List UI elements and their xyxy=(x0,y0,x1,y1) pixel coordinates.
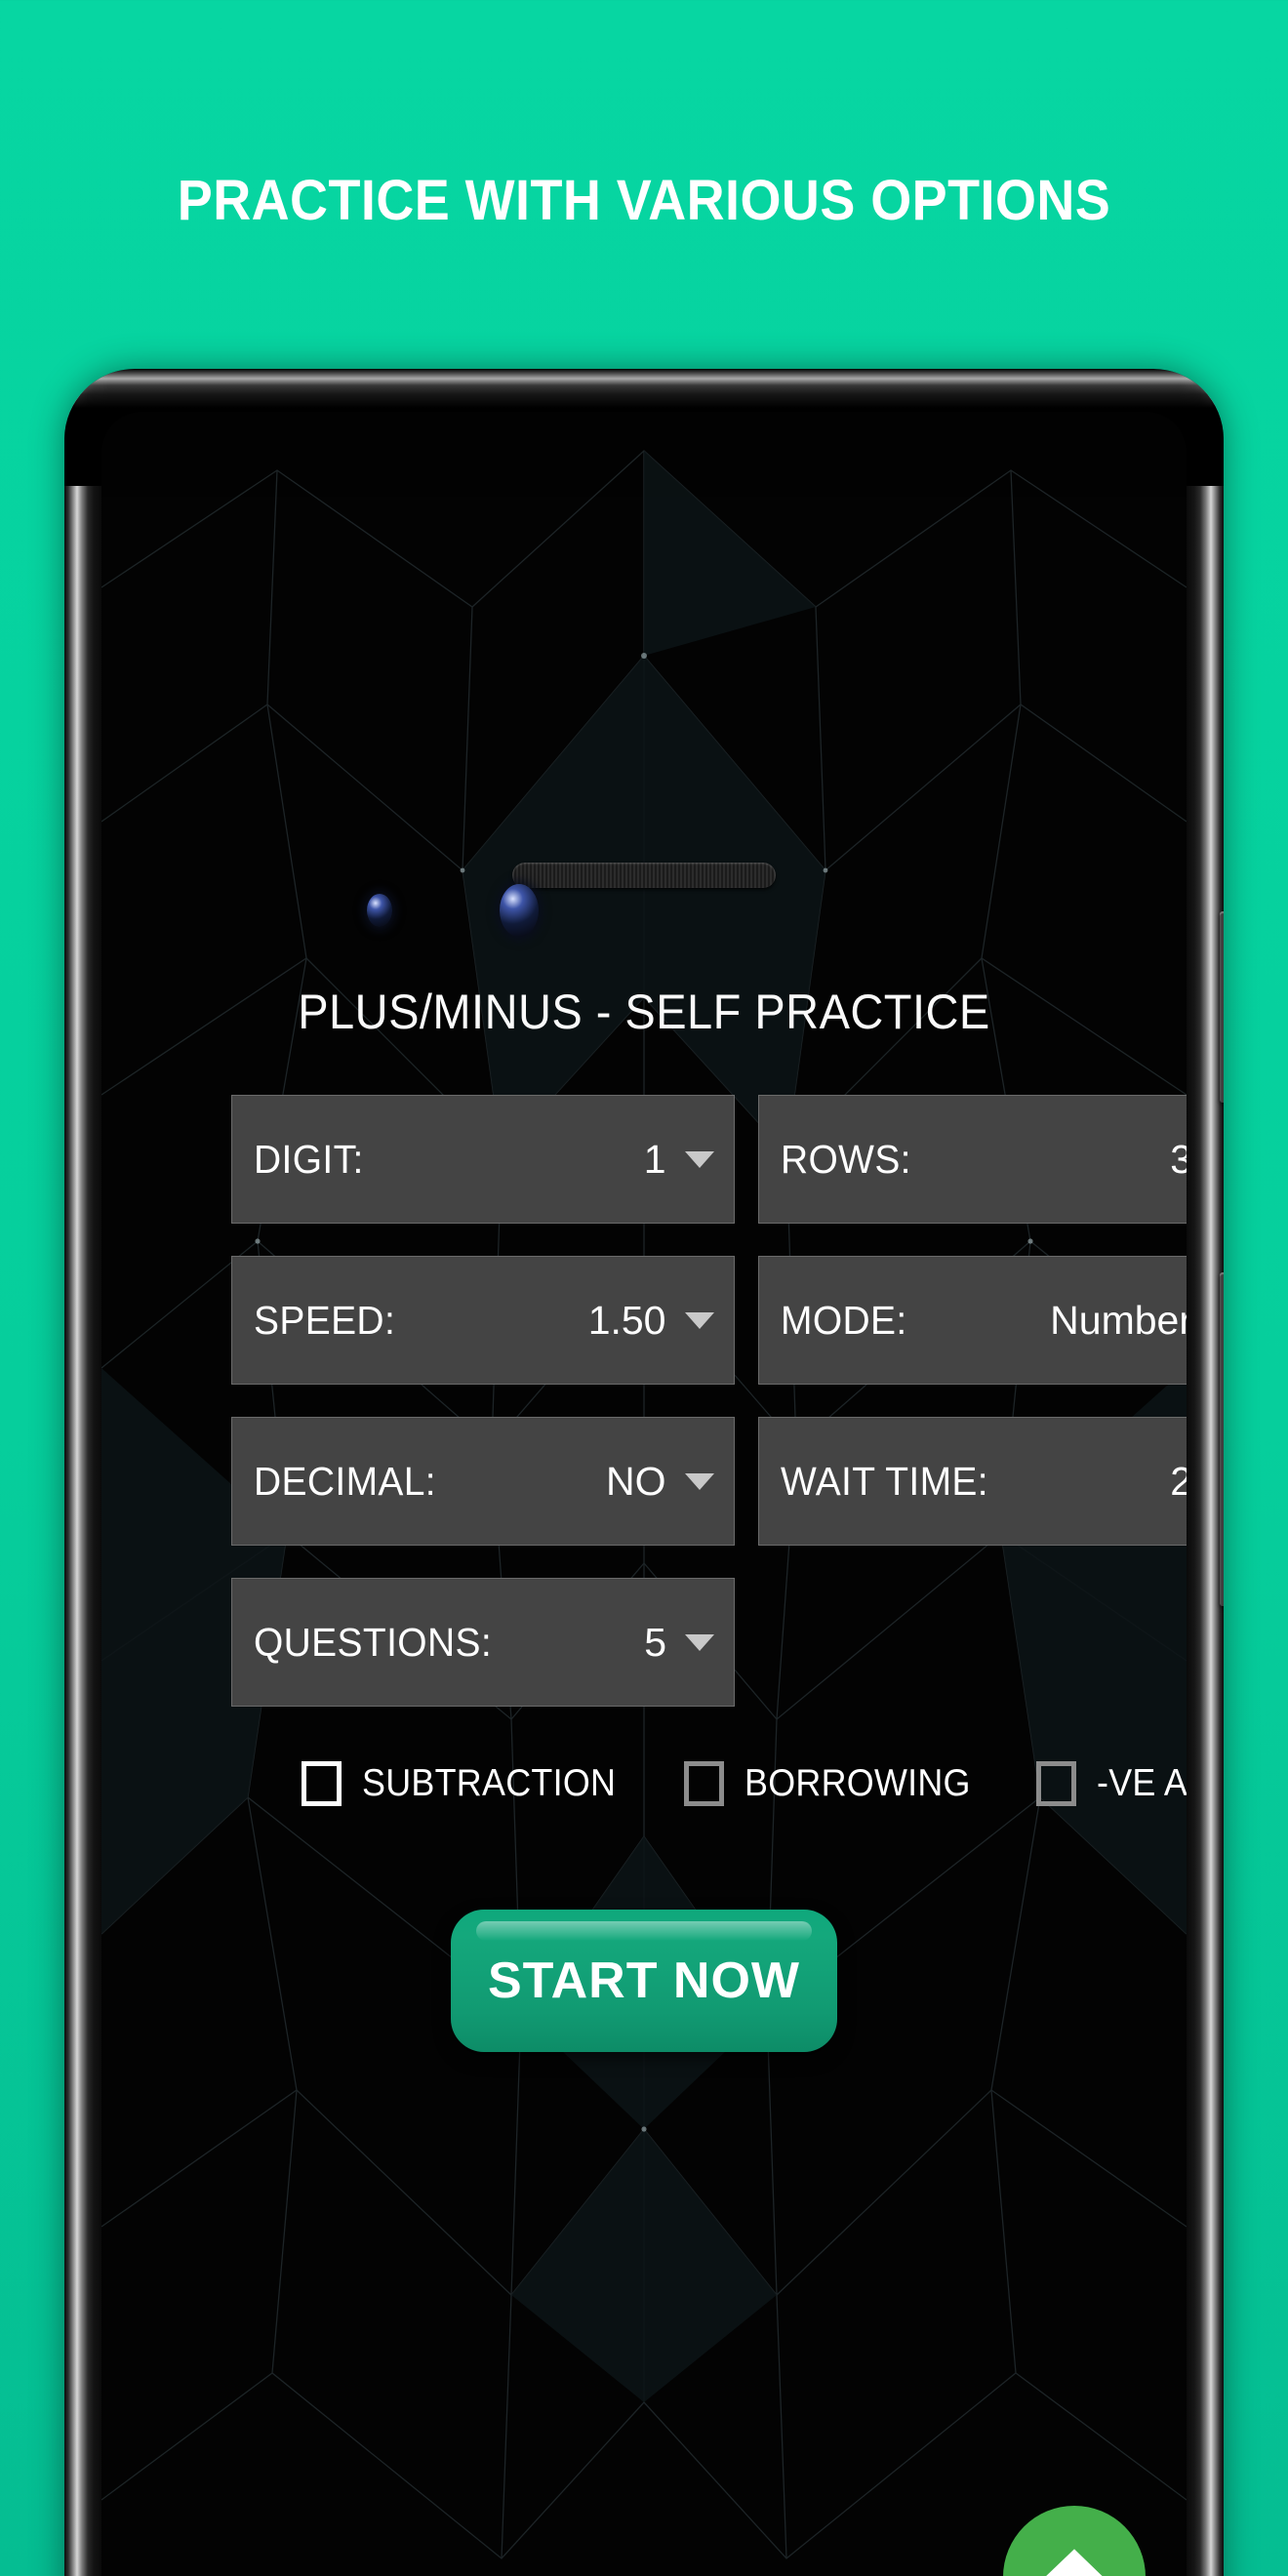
dropdown-questions[interactable]: QUESTIONS: 5 xyxy=(231,1578,735,1707)
dropdown-decimal[interactable]: DECIMAL: NO xyxy=(231,1417,735,1546)
phone-screen: PLUS/MINUS - SELF PRACTICE DIGIT: 1 ROWS… xyxy=(101,412,1187,2576)
dropdown-digit-label: DIGIT: xyxy=(254,1136,364,1182)
dropdown-rows-label: ROWS: xyxy=(780,1136,911,1182)
chevron-down-icon[interactable] xyxy=(685,1633,714,1651)
checkbox-subtraction[interactable]: SUBTRACTION xyxy=(302,1761,638,1806)
dropdown-decimal-value: NO xyxy=(606,1458,666,1504)
checkbox-borrowing-box[interactable] xyxy=(683,1761,724,1806)
home-fab-button[interactable] xyxy=(1003,2506,1146,2576)
page-title: PRACTICE WITH VARIOUS OPTIONS xyxy=(177,169,1111,232)
dropdown-mode-value: Number xyxy=(1050,1297,1187,1343)
dropdown-digit[interactable]: DIGIT: 1 xyxy=(231,1095,735,1224)
front-camera-primary-icon xyxy=(500,884,539,937)
earpiece-speaker xyxy=(512,863,776,888)
app-screen-title: PLUS/MINUS - SELF PRACTICE xyxy=(298,985,990,1039)
checkbox-borrowing-label: BORROWING xyxy=(744,1762,971,1804)
phone-mockup: PLUS/MINUS - SELF PRACTICE DIGIT: 1 ROWS… xyxy=(64,369,1224,2576)
dropdown-speed-value: 1.50 xyxy=(587,1297,666,1343)
dropdown-rows[interactable]: ROWS: 3 xyxy=(757,1095,1187,1224)
start-now-button[interactable]: START NOW xyxy=(451,1910,837,2052)
chevron-down-icon[interactable] xyxy=(684,1472,714,1490)
dropdown-wait-time-label: WAIT TIME: xyxy=(780,1458,988,1504)
dropdown-mode-label: MODE: xyxy=(780,1297,907,1343)
options-row-1: DIGIT: 1 ROWS: 3 xyxy=(231,1095,1187,1224)
options-grid: DIGIT: 1 ROWS: 3 SPEED: 1.50 MODE: Numbe… xyxy=(231,1095,1187,1739)
dropdown-questions-value: 5 xyxy=(644,1619,666,1665)
checkbox-negative-answer-box[interactable] xyxy=(1035,1761,1076,1806)
checkbox-negative-answer[interactable]: -VE ANS xyxy=(1035,1761,1187,1806)
chevron-down-icon[interactable] xyxy=(684,1311,714,1329)
options-row-3: DECIMAL: NO WAIT TIME: 2 xyxy=(231,1417,1187,1546)
dropdown-wait-time-value: 2 xyxy=(1170,1458,1187,1504)
checkbox-subtraction-label: SUBTRACTION xyxy=(362,1762,617,1804)
checkbox-subtraction-box[interactable] xyxy=(302,1761,342,1806)
options-row-2: SPEED: 1.50 MODE: Number xyxy=(231,1256,1187,1385)
chevron-down-icon[interactable] xyxy=(684,1150,714,1168)
dropdown-mode[interactable]: MODE: Number xyxy=(757,1256,1187,1385)
options-row-4: QUESTIONS: 5 xyxy=(231,1578,1187,1707)
dropdown-speed-label: SPEED: xyxy=(254,1297,396,1343)
dropdown-wait-time[interactable]: WAIT TIME: 2 xyxy=(757,1417,1187,1546)
volume-rocker[interactable] xyxy=(1220,1272,1224,1606)
checkbox-borrowing[interactable]: BORROWING xyxy=(683,1761,990,1806)
front-camera-secondary-icon xyxy=(367,894,392,927)
dropdown-digit-value: 1 xyxy=(643,1136,666,1182)
checkbox-negative-answer-label: -VE ANS xyxy=(1096,1762,1187,1804)
dropdown-decimal-label: DECIMAL: xyxy=(254,1458,437,1504)
power-button[interactable] xyxy=(1220,911,1224,1103)
start-now-button-label: START NOW xyxy=(488,1952,800,2009)
dropdown-questions-label: QUESTIONS: xyxy=(254,1619,493,1665)
home-icon xyxy=(1046,2549,1103,2576)
checkbox-row: SUBTRACTION BORROWING -VE ANS xyxy=(302,1761,1187,1806)
dropdown-speed[interactable]: SPEED: 1.50 xyxy=(231,1256,735,1385)
dropdown-rows-value: 3 xyxy=(1170,1136,1187,1182)
